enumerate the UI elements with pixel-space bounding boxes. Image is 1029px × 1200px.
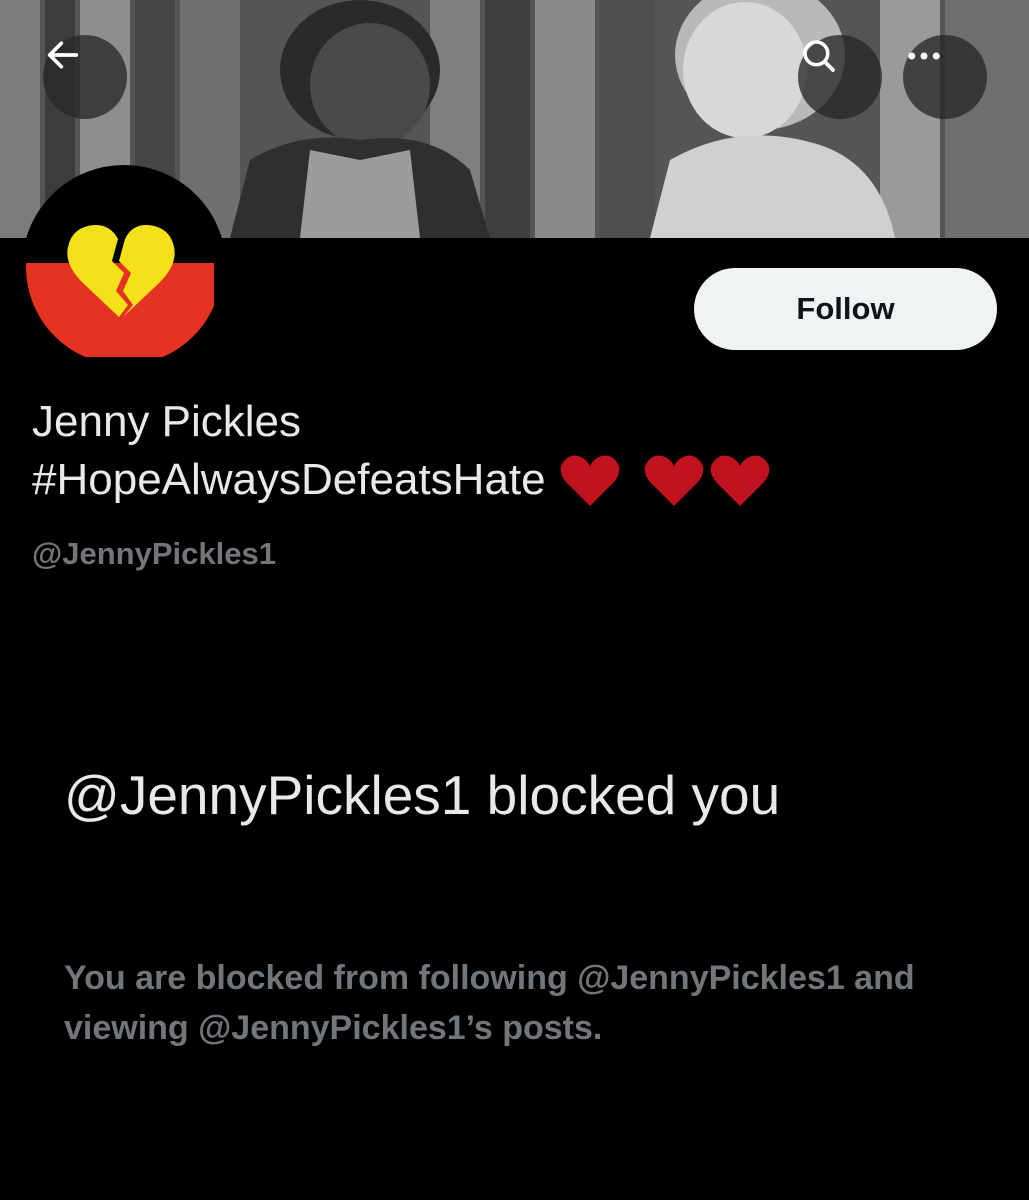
display-name-line2: #HopeAlwaysDefeatsHate [32,451,992,512]
avatar[interactable] [22,165,226,369]
display-name: Jenny Pickles #HopeAlwaysDefeatsHate [32,393,992,512]
more-options-button[interactable] [903,35,987,119]
display-name-line1: Jenny Pickles [32,397,302,446]
profile-handle: @JennyPickles1 [32,536,276,571]
back-button[interactable] [43,35,127,119]
hashtag-text: #HopeAlwaysDefeatsHate [32,455,546,504]
blocked-description: You are blocked from following @JennyPic… [64,959,915,1047]
more-dots-icon [908,52,940,60]
red-hearts-icon [560,456,770,507]
broken-heart-icon [26,169,214,357]
follow-button[interactable]: Follow [694,268,997,350]
search-button[interactable] [798,35,882,119]
search-icon [803,40,835,72]
blocked-title: @JennyPickles1 blocked you [64,764,781,826]
arrow-left-icon [47,41,79,69]
